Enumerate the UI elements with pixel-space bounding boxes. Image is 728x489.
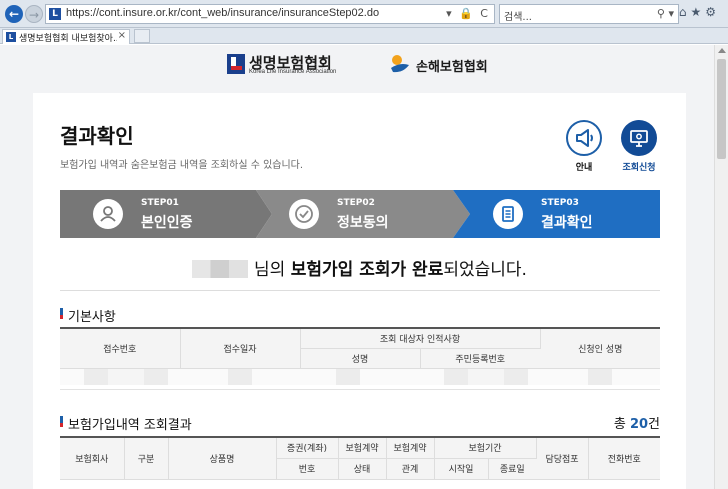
- new-tab-button[interactable]: [134, 29, 150, 43]
- completion-message: 님의 보험가입 조회가 완료되었습니다.: [33, 255, 686, 280]
- col-period: 보험기간: [434, 437, 537, 459]
- guide-label: 안내: [575, 163, 593, 173]
- col-end: 종료일: [488, 458, 536, 480]
- col-product: 상품명: [168, 437, 277, 480]
- masked-cell: [420, 368, 540, 390]
- masked-cell: [180, 368, 300, 390]
- page-title: 결과확인: [60, 124, 134, 148]
- step-3-number: STEP03: [541, 198, 579, 208]
- search-input[interactable]: 검색... ⚲ ▾: [499, 4, 679, 24]
- col-branch: 담당점포: [536, 437, 589, 480]
- col-status-1: 보험계약: [338, 437, 387, 459]
- life-logo-mark-icon: [227, 54, 245, 74]
- url-text: https://cont.insure.or.kr/cont_web/insur…: [66, 7, 380, 19]
- step-3: STEP03 결과확인: [453, 190, 660, 238]
- col-start: 시작일: [434, 458, 489, 480]
- guide-button[interactable]: [566, 120, 602, 156]
- col-policy-no-2: 번호: [276, 458, 339, 480]
- request-label: 조회신청: [622, 163, 656, 173]
- site-favicon-icon: L: [49, 8, 61, 20]
- count-prefix: 총: [613, 417, 630, 432]
- masked-cell: [60, 368, 180, 390]
- browser-toolbar-icons[interactable]: ⌂★⚙: [679, 5, 720, 19]
- table-row: [60, 368, 660, 390]
- col-target-group: 조회 대상자 인적사항: [300, 328, 541, 349]
- result-card: 결과확인 보험가입 내역과 숨은보험금 내역을 조회하실 수 있습니다. 안내 …: [33, 93, 686, 489]
- search-placeholder: 검색...: [504, 12, 532, 23]
- count-number: 20: [629, 417, 649, 432]
- nonlife-logo-mark-icon: [391, 55, 409, 73]
- masked-cell: [300, 368, 420, 390]
- scroll-thumb[interactable]: [717, 59, 726, 159]
- step-1-number: STEP01: [141, 198, 179, 208]
- col-status-2: 상태: [338, 458, 387, 480]
- step-1: STEP01 본인인증: [60, 190, 256, 238]
- col-policy-no-1: 증권(계좌): [276, 437, 339, 459]
- masked-user-name: [192, 260, 249, 278]
- tab-close-icon[interactable]: ×: [118, 30, 126, 41]
- browser-tab[interactable]: L 생명보험협회 내보험찾아... ×: [2, 29, 130, 44]
- tab-favicon-icon: L: [6, 32, 16, 42]
- completion-bold: 보험가입 조회가 완료: [290, 260, 444, 280]
- step-progress: STEP01 본인인증 STEP02 정보동의 STEP03 결과확인: [60, 190, 660, 238]
- user-icon: [93, 199, 123, 229]
- step-2: STEP02 정보동의: [256, 190, 453, 238]
- col-company: 보험회사: [60, 437, 125, 480]
- vertical-scrollbar[interactable]: [714, 45, 728, 489]
- back-arrow-icon[interactable]: ←: [5, 5, 23, 23]
- search-icon[interactable]: ⚲ ▾: [657, 7, 674, 20]
- basic-section-title: 기본사항: [60, 306, 116, 325]
- col-phone: 전화번호: [588, 437, 660, 480]
- scroll-up-arrow-icon[interactable]: [718, 48, 726, 53]
- col-relation-2: 관계: [386, 458, 435, 480]
- count-suffix: 건: [648, 417, 660, 432]
- col-receipt-date: 접수일자: [180, 328, 301, 369]
- col-receipt-no: 접수번호: [60, 328, 181, 369]
- result-section-title: 보험가입내역 조회결과: [60, 414, 192, 433]
- col-applicant-name: 신청인 성명: [540, 328, 660, 369]
- divider: [60, 290, 660, 291]
- step-2-name: 정보동의: [337, 215, 389, 231]
- url-field[interactable]: L https://cont.insure.or.kr/cont_web/ins…: [45, 4, 495, 24]
- completion-suffix-1: 님의: [254, 260, 291, 280]
- tab-title: 생명보험협회 내보험찾아...: [19, 34, 117, 44]
- nonlife-logo-name: 손해보험협회: [416, 60, 488, 75]
- document-icon: [493, 199, 523, 229]
- col-resident-no: 주민등록번호: [420, 348, 540, 369]
- monitor-icon: [630, 130, 648, 147]
- col-name: 성명: [300, 348, 421, 369]
- step-3-name: 결과확인: [541, 215, 593, 231]
- result-count: 총 20건: [614, 413, 660, 432]
- browser-tab-strip: L 생명보험협회 내보험찾아... ×: [0, 28, 728, 44]
- completion-suffix-2: 되었습니다.: [443, 260, 527, 280]
- browser-address-bar: ← → L https://cont.insure.or.kr/cont_web…: [0, 0, 728, 28]
- lock-refresh-icons[interactable]: ▾ 🔒 C: [446, 7, 490, 20]
- forward-arrow-icon[interactable]: →: [25, 5, 43, 23]
- megaphone-icon: [576, 129, 593, 147]
- col-category: 구분: [124, 437, 169, 480]
- request-button[interactable]: [621, 120, 657, 156]
- page-content: 생명보험협회 Korea Life Insurance Association …: [0, 45, 714, 489]
- step-1-name: 본인인증: [141, 215, 193, 231]
- basic-info-table: 접수번호 접수일자 조회 대상자 인적사항 신청인 성명 성명 주민등록번호: [60, 327, 660, 390]
- result-table: 보험회사 구분 상품명 증권(계좌) 보험계약 보험계약 보험기간 담당점포 전…: [60, 436, 660, 480]
- col-relation-1: 보험계약: [386, 437, 435, 459]
- life-logo-subtitle: Korea Life Insurance Association: [249, 69, 337, 75]
- step-2-number: STEP02: [337, 198, 375, 208]
- check-circle-icon: [289, 199, 319, 229]
- page-description: 보험가입 내역과 숨은보험금 내역을 조회하실 수 있습니다.: [60, 160, 304, 171]
- masked-cell: [540, 368, 660, 390]
